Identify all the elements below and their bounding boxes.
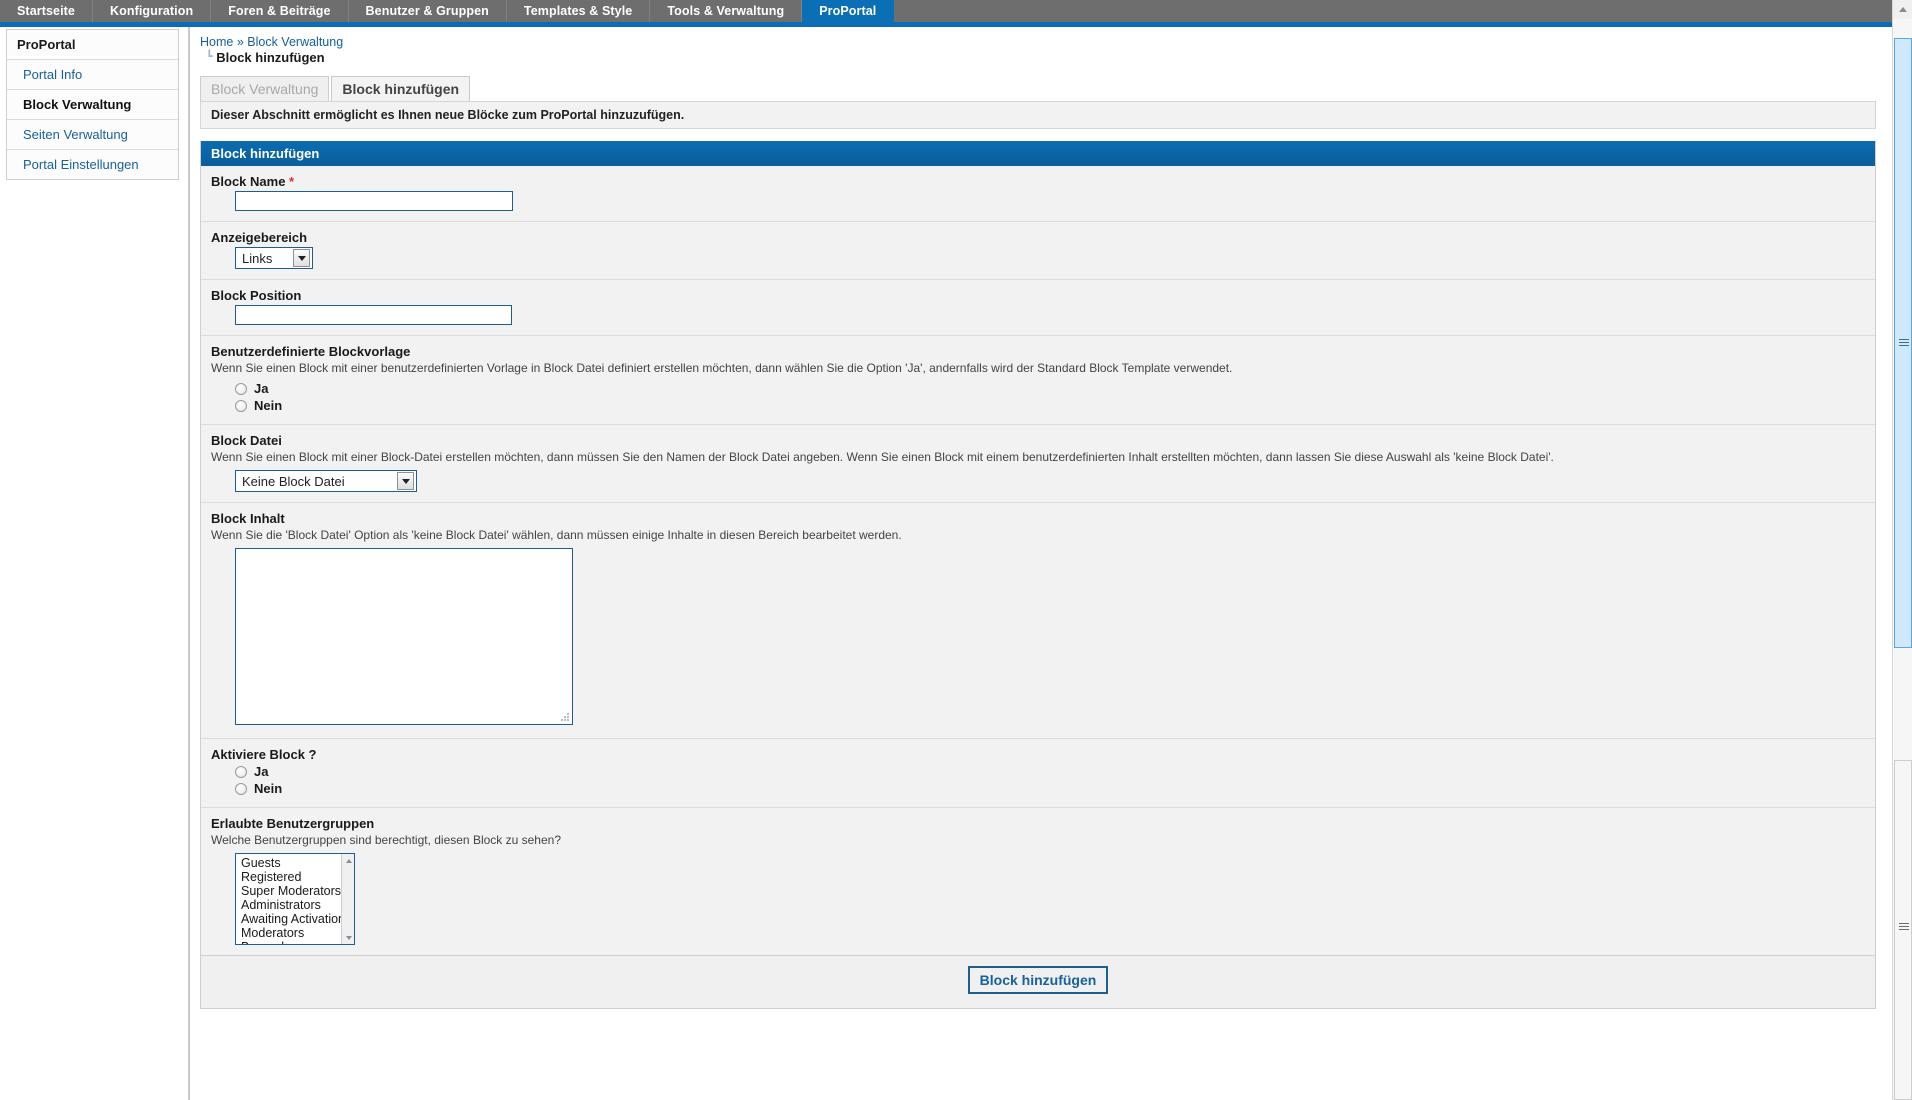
sidebar-item-portal-einstellungen[interactable]: Portal Einstellungen bbox=[7, 150, 178, 179]
top-navigation-bar: Startseite Konfiguration Foren & Beiträg… bbox=[0, 0, 1912, 22]
list-item[interactable]: Moderators bbox=[236, 926, 354, 940]
panel-header: Block hinzufügen bbox=[201, 141, 1875, 166]
scroll-up-icon[interactable] bbox=[342, 854, 354, 867]
column-divider bbox=[188, 27, 190, 1100]
breadcrumb-elbow-icon: ┗ bbox=[206, 51, 213, 63]
page-scrollbar-track-lower[interactable] bbox=[1894, 760, 1912, 1100]
sidebar-title: ProPortal bbox=[7, 30, 178, 60]
info-bar: Dieser Abschnitt ermöglicht es Ihnen neu… bbox=[200, 101, 1876, 129]
label-block-inhalt: Block Inhalt bbox=[211, 511, 285, 526]
block-name-input[interactable] bbox=[235, 191, 513, 211]
radio-aktiviere-nein-label: Nein bbox=[254, 781, 283, 796]
list-item[interactable]: Guests bbox=[236, 856, 354, 870]
label-block-name: Block Name * bbox=[211, 174, 1875, 189]
radio-blockvorlage-nein-row[interactable]: Nein bbox=[235, 398, 1875, 413]
sidebar: ProPortal Portal Info Block Verwaltung S… bbox=[6, 29, 179, 180]
list-item[interactable]: Banned bbox=[236, 940, 354, 944]
label-anzeigebereich: Anzeigebereich bbox=[211, 230, 308, 245]
field-wrap-block-name bbox=[211, 191, 1875, 211]
topnav-item-templates-style[interactable]: Templates & Style bbox=[507, 0, 651, 22]
breadcrumb-home[interactable]: Home bbox=[200, 35, 233, 49]
topnav-item-benutzer-gruppen[interactable]: Benutzer & Gruppen bbox=[349, 0, 507, 22]
radio-aktiviere-ja-row[interactable]: Ja bbox=[235, 764, 1875, 779]
topnav-item-konfiguration[interactable]: Konfiguration bbox=[93, 0, 212, 22]
chevron-down-icon[interactable] bbox=[293, 249, 310, 267]
label-block-position: Block Position bbox=[211, 288, 302, 303]
add-block-panel: Block hinzufügen Block Name * Anzeigeber… bbox=[200, 141, 1876, 956]
list-item[interactable]: Awaiting Activation bbox=[236, 912, 354, 926]
list-item[interactable]: Registered bbox=[236, 870, 354, 884]
scroll-down-icon[interactable] bbox=[342, 931, 354, 944]
radio-aktiviere-nein[interactable] bbox=[235, 782, 247, 795]
form-row-block-position: Block Position bbox=[201, 280, 1875, 336]
label-benutzergruppen: Erlaubte Benutzergruppen bbox=[211, 816, 375, 831]
sidebar-item-block-verwaltung[interactable]: Block Verwaltung bbox=[7, 90, 178, 120]
form-row-aktiviere-block: Aktiviere Block ? Ja Nein bbox=[201, 739, 1875, 808]
field-wrap-block-inhalt bbox=[211, 548, 1875, 728]
desc-block-inhalt: Wenn Sie die 'Block Datei' Option als 'k… bbox=[211, 528, 902, 542]
benutzergruppen-listbox[interactable]: Guests Registered Super Moderators Admin… bbox=[235, 853, 355, 945]
breadcrumb: Home » Block Verwaltung ┗ Block hinzufüg… bbox=[192, 27, 1888, 67]
list-item[interactable]: Super Moderators bbox=[236, 884, 354, 898]
listbox-scrollbar[interactable] bbox=[341, 854, 354, 944]
tab-block-verwaltung[interactable]: Block Verwaltung bbox=[200, 76, 330, 101]
form-row-blockvorlage: Benutzerdefinierte Blockvorlage Wenn Sie… bbox=[201, 336, 1875, 425]
topnav-item-proportal[interactable]: ProPortal bbox=[802, 0, 895, 22]
form-row-anzeigebereich: Anzeigebereich Links bbox=[201, 222, 1875, 280]
desc-benutzergruppen: Welche Benutzergruppen sind berechtigt, … bbox=[211, 833, 561, 847]
tab-block-hinzufuegen[interactable]: Block hinzufügen bbox=[331, 76, 471, 101]
list-item[interactable]: Administrators bbox=[236, 898, 354, 912]
topnav-item-startseite[interactable]: Startseite bbox=[0, 0, 93, 22]
page-scrollbar-thumb[interactable] bbox=[1894, 38, 1912, 648]
radio-aktiviere-ja-label: Ja bbox=[254, 764, 269, 779]
radio-blockvorlage-nein[interactable] bbox=[235, 399, 247, 412]
label-blockvorlage: Benutzerdefinierte Blockvorlage bbox=[211, 344, 411, 359]
page-scrollbar[interactable] bbox=[1892, 0, 1912, 1100]
submit-row: Block hinzufügen bbox=[200, 956, 1876, 1009]
anzeigebereich-selected-value: Links bbox=[242, 250, 273, 266]
chevron-down-icon[interactable] bbox=[397, 472, 414, 490]
label-block-name-text: Block Name bbox=[211, 174, 286, 189]
add-block-submit-button[interactable]: Block hinzufügen bbox=[967, 966, 1109, 994]
field-wrap-block-datei: Keine Block Datei bbox=[211, 470, 1875, 492]
topnav-item-tools-verwaltung[interactable]: Tools & Verwaltung bbox=[650, 0, 803, 22]
radio-aktiviere-ja[interactable] bbox=[235, 765, 247, 778]
scrollbar-grip-icon bbox=[1899, 337, 1909, 348]
tab-bar: Block Verwaltung Block hinzufügen bbox=[200, 76, 1888, 101]
topnav-filler bbox=[894, 0, 1912, 22]
form-row-block-inhalt: Block Inhalt Wenn Sie die 'Block Datei' … bbox=[201, 503, 1875, 739]
desc-block-datei: Wenn Sie einen Block mit einer Block-Dat… bbox=[211, 450, 1554, 464]
desc-blockvorlage: Wenn Sie einen Block mit einer benutzerd… bbox=[211, 361, 1233, 375]
topnav-item-foren-beitraege[interactable]: Foren & Beiträge bbox=[211, 0, 349, 22]
page-title-wrap: ┗ Block hinzufügen bbox=[200, 50, 1888, 67]
block-datei-select[interactable]: Keine Block Datei bbox=[235, 470, 417, 492]
label-block-datei: Block Datei bbox=[211, 433, 282, 448]
form-row-block-datei: Block Datei Wenn Sie einen Block mit ein… bbox=[201, 425, 1875, 503]
required-asterisk: * bbox=[289, 174, 295, 189]
radio-blockvorlage-nein-label: Nein bbox=[254, 398, 283, 413]
radio-aktiviere-nein-row[interactable]: Nein bbox=[235, 781, 1875, 796]
breadcrumb-parent[interactable]: Block Verwaltung bbox=[247, 35, 343, 49]
form-row-block-name: Block Name * bbox=[201, 166, 1875, 222]
scrollbar-grip-icon bbox=[1899, 921, 1909, 932]
field-wrap-anzeigebereich: Links bbox=[211, 247, 1875, 269]
sidebar-item-seiten-verwaltung[interactable]: Seiten Verwaltung bbox=[7, 120, 178, 150]
block-inhalt-textarea[interactable] bbox=[235, 548, 573, 725]
sidebar-item-portal-info[interactable]: Portal Info bbox=[7, 60, 178, 90]
radio-blockvorlage-ja[interactable] bbox=[235, 382, 247, 395]
block-datei-selected-value: Keine Block Datei bbox=[242, 473, 345, 489]
scroll-up-icon[interactable] bbox=[1893, 0, 1912, 19]
breadcrumb-separator: » bbox=[236, 35, 244, 49]
main-content: Home » Block Verwaltung ┗ Block hinzufüg… bbox=[192, 27, 1888, 1100]
label-aktiviere-block: Aktiviere Block ? bbox=[211, 747, 317, 762]
field-wrap-benutzergruppen: Guests Registered Super Moderators Admin… bbox=[211, 853, 1875, 945]
field-wrap-block-position bbox=[211, 305, 1875, 325]
anzeigebereich-select[interactable]: Links bbox=[235, 247, 313, 269]
radio-blockvorlage-ja-row[interactable]: Ja bbox=[235, 381, 1875, 396]
radio-blockvorlage-ja-label: Ja bbox=[254, 381, 269, 396]
page-title: Block hinzufügen bbox=[216, 50, 325, 65]
block-position-input[interactable] bbox=[235, 305, 512, 325]
textarea-wrapper bbox=[235, 548, 573, 725]
form-row-benutzergruppen: Erlaubte Benutzergruppen Welche Benutzer… bbox=[201, 808, 1875, 955]
